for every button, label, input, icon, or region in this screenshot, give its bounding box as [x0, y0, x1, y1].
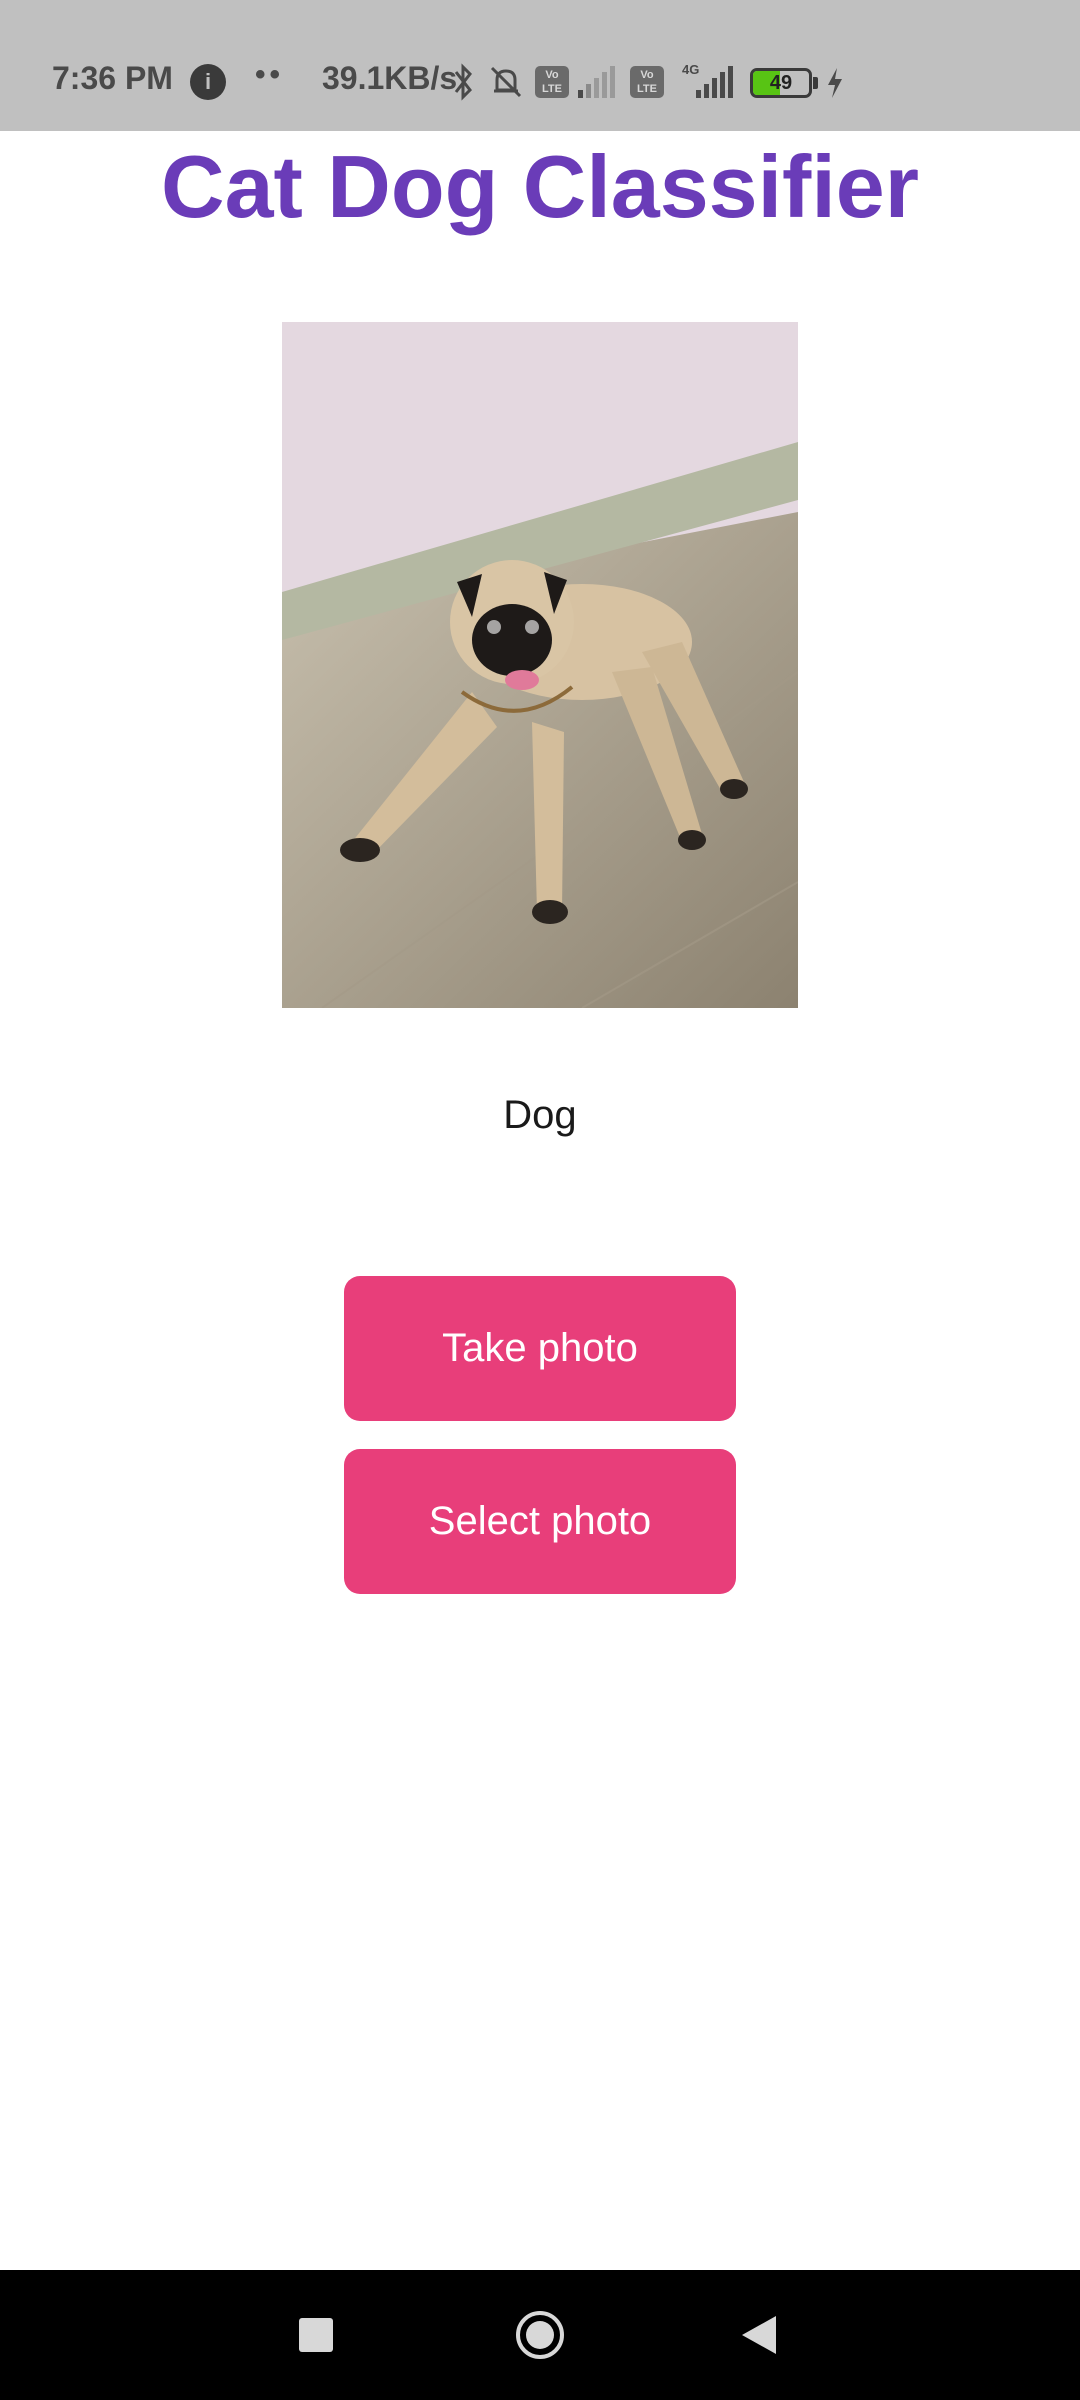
volte-sim1-icon: Vo LTE	[535, 66, 569, 98]
battery-icon: 49	[750, 68, 812, 98]
bluetooth-icon	[454, 63, 472, 101]
battery-level: 49	[769, 72, 793, 94]
back-triangle-icon	[742, 2316, 776, 2354]
volte-sim1-bottom: LTE	[542, 83, 562, 95]
battery-tip	[813, 77, 818, 89]
more-notifications-icon: ••	[255, 58, 285, 91]
volte-sim2-icon: Vo LTE	[630, 66, 664, 98]
status-time: 7:36 PM	[52, 60, 173, 96]
home-button[interactable]	[480, 2270, 600, 2400]
pug-photo-illustration	[282, 322, 798, 1008]
app-title: Cat Dog Classifier	[161, 137, 919, 236]
back-button[interactable]	[700, 2270, 820, 2400]
charging-icon	[828, 68, 842, 98]
recents-square-icon	[299, 2318, 333, 2352]
bell-muted-icon	[490, 66, 522, 98]
volte-sim2-bottom: LTE	[637, 83, 657, 95]
app-notification-icon: i	[190, 64, 226, 100]
status-bar: 7:36 PM i •• 39.1KB/s Vo LTE Vo LTE 4G 4…	[0, 0, 1080, 131]
home-circle-icon	[516, 2311, 564, 2359]
network-speed: 39.1KB/s	[322, 60, 458, 96]
select-photo-button[interactable]: Select photo	[344, 1449, 736, 1594]
signal-sim1-icon	[578, 66, 615, 98]
signal-sim2-icon	[696, 66, 733, 98]
classified-photo	[282, 322, 798, 1008]
volte-sim1-top: Vo	[545, 69, 559, 81]
navigation-bar	[0, 2270, 1080, 2400]
prediction-label: Dog	[503, 1093, 577, 1137]
recents-button[interactable]	[256, 2270, 376, 2400]
volte-sim2-top: Vo	[640, 69, 654, 81]
take-photo-button[interactable]: Take photo	[344, 1276, 736, 1421]
